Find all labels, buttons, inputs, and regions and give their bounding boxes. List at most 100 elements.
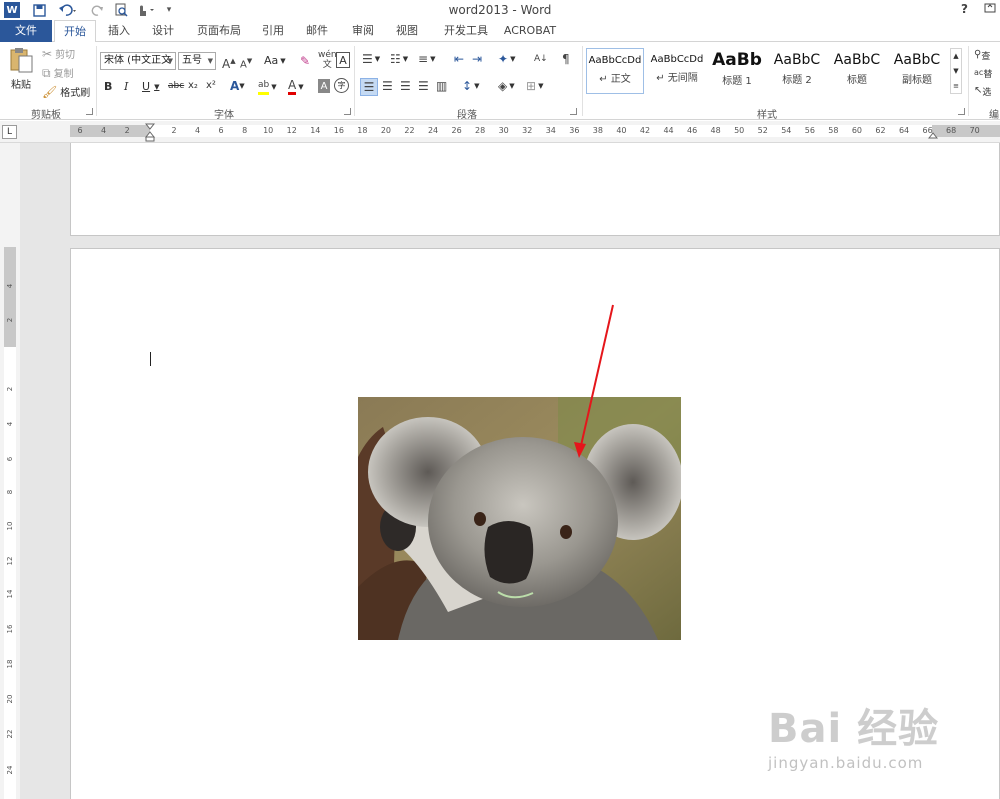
subscript-button[interactable]: x₂ [188, 80, 198, 91]
ribbon-display-icon[interactable] [984, 2, 996, 17]
distributed-button[interactable]: ▥ [436, 79, 447, 93]
indent-marker-icon[interactable] [145, 123, 155, 143]
align-center-button[interactable]: ☰ [382, 79, 393, 93]
asian-layout-button[interactable]: ✦ ▼ [498, 52, 515, 66]
style-normal[interactable]: AaBbCcDd ↵ 正文 [586, 48, 644, 94]
superscript-button[interactable]: x² [206, 80, 216, 91]
ruler-tick-label: 48 [710, 126, 721, 135]
styles-launcher-icon[interactable] [958, 108, 965, 115]
multilevel-list-icon: ≡ [418, 52, 429, 66]
group-divider [968, 46, 969, 116]
sort-button[interactable]: A↓ [534, 52, 548, 66]
find-button[interactable]: ⚲ 查 [974, 48, 990, 62]
clipboard-launcher-icon[interactable] [86, 108, 93, 115]
style-sample: AaBbC [773, 52, 821, 68]
ruler-tick-label: 46 [687, 126, 698, 135]
copy-button[interactable]: ⧉ 复制 [42, 65, 74, 81]
change-case-button[interactable]: Aa ▼ [264, 54, 286, 67]
tab-stop-selector[interactable]: L [2, 125, 17, 139]
tab-design[interactable]: 设计 [148, 20, 178, 42]
ruler-tick-label: 20 [380, 126, 392, 135]
paragraph-launcher-icon[interactable] [570, 108, 577, 115]
grow-font-button[interactable]: A▲ [222, 54, 236, 71]
ruler-tick-label: 24 [6, 765, 14, 775]
chevron-down-icon: ▼ [953, 66, 959, 75]
chevron-down-icon: ▼ [239, 82, 245, 90]
tab-view[interactable]: 视图 [392, 20, 422, 42]
tab-acrobat[interactable]: ACROBAT [502, 20, 558, 42]
ruler-tick-label: 28 [475, 126, 486, 135]
tab-review[interactable]: 审阅 [348, 20, 378, 42]
increase-indent-button[interactable]: ⇥ [472, 52, 482, 66]
style-name: ↵ 正文 [599, 74, 631, 85]
font-name-combo[interactable]: 宋体 (中文正文 ▼ [100, 52, 176, 70]
enclose-char-button[interactable]: 字 [334, 78, 349, 93]
tab-references[interactable]: 引用 [258, 20, 288, 42]
numbering-button[interactable]: ☷ ▼ [390, 52, 408, 66]
document-page[interactable] [70, 143, 1000, 236]
char-shading-icon: A [320, 80, 328, 92]
phonetic-guide-button[interactable]: wén 文 [318, 50, 337, 70]
paste-button[interactable]: 粘贴 [6, 46, 36, 98]
shrink-font-button[interactable]: A▼ [240, 54, 252, 72]
styles-gallery-scroll[interactable]: ▲ ▼ ≡ [950, 48, 962, 94]
decrease-indent-icon: ⇤ [454, 52, 465, 66]
text-effects-button[interactable]: A ▼ [230, 79, 245, 93]
shading-button[interactable]: ◈ ▼ [498, 79, 515, 93]
tab-insert[interactable]: 插入 [104, 20, 134, 42]
cut-button[interactable]: ✂ 剪切 [42, 46, 75, 62]
ruler-tick-label: 22 [6, 729, 14, 739]
justify-button[interactable]: ☰ [418, 79, 429, 93]
ruler-tick-label: 2 [6, 386, 14, 392]
style-subtitle[interactable]: AaBbC 副标题 [888, 48, 946, 94]
style-heading-2[interactable]: AaBbC 标题 2 [768, 48, 826, 94]
borders-button[interactable]: ⊞ ▼ [526, 79, 543, 93]
phonetic-guide-icon: wén 文 [318, 50, 337, 70]
binoculars-icon: ⚲ [974, 49, 982, 60]
decrease-indent-button[interactable]: ⇤ [454, 52, 464, 66]
ribbon: 粘贴 ✂ 剪切 ⧉ 复制 🖌 格式刷 剪贴板 宋体 (中文正文 ▼ 五号 ▼ A▲ … [0, 42, 1000, 121]
tab-home[interactable]: 开始 [54, 20, 96, 43]
align-left-button[interactable]: ☰ [360, 78, 378, 96]
bullets-button[interactable]: ☰ ▼ [362, 52, 380, 66]
font-launcher-icon[interactable] [344, 108, 351, 115]
tab-developer[interactable]: 开发工具 [436, 20, 496, 42]
ruler-tick-label: 50 [734, 126, 745, 135]
font-color-button[interactable]: A ▼ [288, 78, 304, 95]
ruler-tick-label: 40 [616, 126, 627, 135]
clear-formatting-button[interactable]: ✎ [300, 54, 310, 68]
char-border-button[interactable]: A [336, 52, 350, 68]
style-title[interactable]: AaBbC 标题 [828, 48, 886, 94]
highlight-button[interactable]: ab ▼ [258, 78, 277, 95]
tab-mailings[interactable]: 邮件 [302, 20, 332, 42]
change-case-label: Aa [264, 54, 279, 67]
tab-page-layout[interactable]: 页面布局 [194, 20, 244, 42]
multilevel-list-button[interactable]: ≡ ▼ [418, 52, 435, 66]
ruler-tick-label: 4 [101, 126, 107, 135]
help-button[interactable]: ? [961, 2, 968, 16]
font-size-value: 五号 [182, 55, 202, 66]
line-spacing-button[interactable]: ↕ ▼ [462, 79, 479, 93]
select-button[interactable]: ↖ 选 [974, 84, 991, 98]
numbered-list-icon: ☷ [390, 52, 401, 66]
style-no-spacing[interactable]: AaBbCcDd ↵ 无间隔 [648, 48, 706, 94]
ruler-tick-label: 4 [6, 283, 14, 289]
ruler-tick-label: 8 [242, 126, 248, 135]
replace-button[interactable]: ac 替 [974, 66, 992, 80]
italic-button[interactable]: I [124, 80, 128, 93]
char-shading-button[interactable]: A [318, 79, 330, 93]
align-right-button[interactable]: ☰ [400, 79, 411, 93]
watermark-main: Bai 经验 [768, 706, 940, 752]
chevron-down-icon: ▼ [154, 82, 160, 91]
ruler-tick-label: 62 [875, 126, 886, 135]
strikethrough-button[interactable]: abc [168, 81, 184, 91]
koala-image[interactable] [358, 397, 681, 640]
tab-file[interactable]: 文件 [0, 20, 52, 42]
font-size-combo[interactable]: 五号 ▼ [178, 52, 216, 70]
justify-icon: ☰ [418, 79, 429, 93]
underline-button[interactable]: U ▼ [142, 80, 159, 93]
style-heading-1[interactable]: AaBb 标题 1 [708, 48, 766, 94]
bold-button[interactable]: B [104, 80, 112, 93]
show-marks-button[interactable]: ¶ [562, 52, 570, 66]
format-painter-button[interactable]: 🖌 格式刷 [42, 84, 90, 100]
